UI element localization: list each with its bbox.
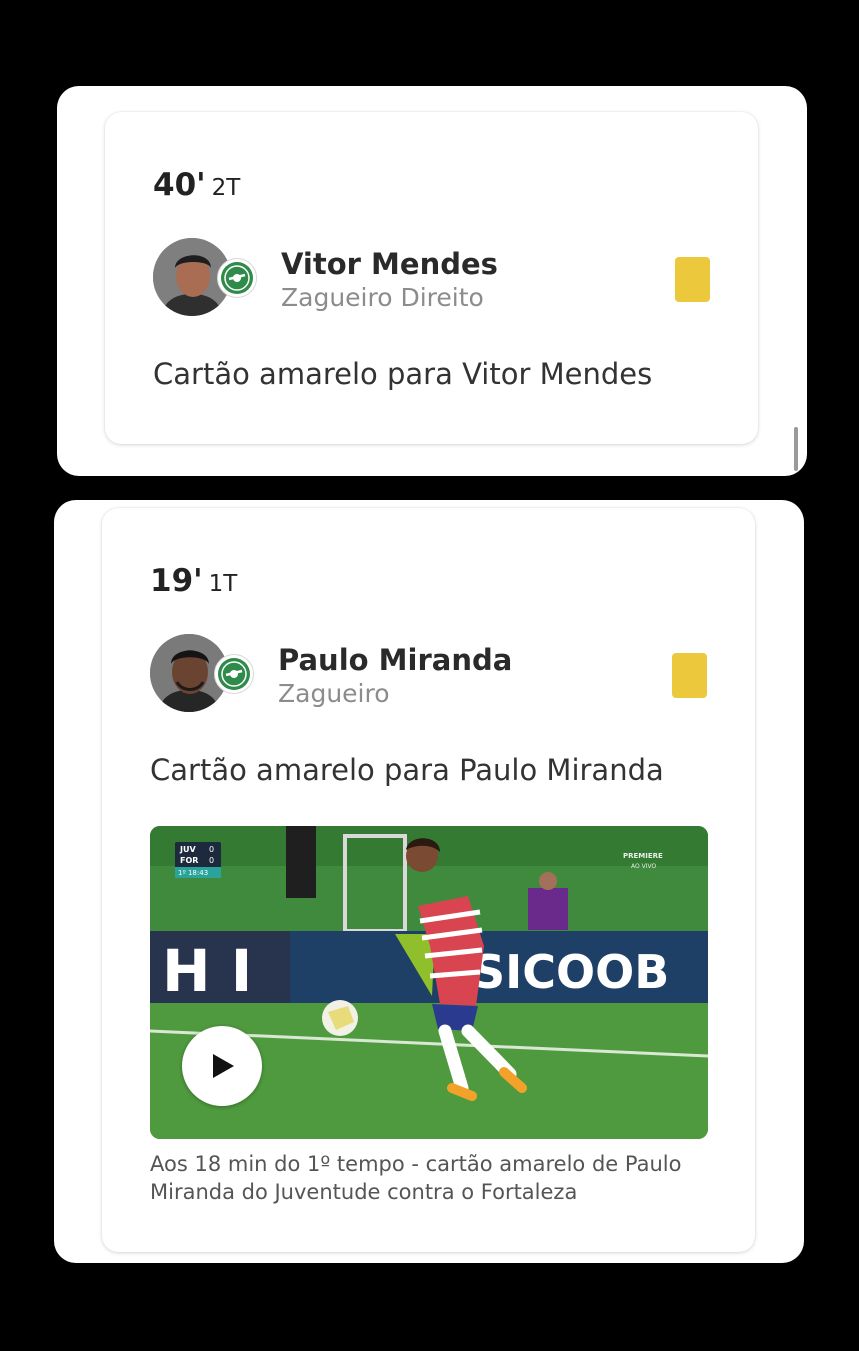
yellow-card-icon [675,257,710,302]
scrollbar[interactable] [794,427,798,471]
event-half: 2T [211,175,241,201]
broadcaster-logo: PREMIERE [623,852,663,860]
event-half: 1T [208,571,238,597]
event-description: Cartão amarelo para Vitor Mendes [153,357,653,391]
video-player[interactable]: H I SICOOB JUV 0 FOR 0 1º 18:43 PREMIERE [150,826,708,1139]
event-description: Cartão amarelo para Paulo Miranda [150,753,664,787]
event-card-paulo-miranda[interactable]: 19' 1T Paulo Miranda Zagueiro Cartão amar… [102,508,755,1252]
ad-board-text: SICOOB [472,945,669,999]
event-minute: 19' [150,563,203,599]
scoreboard-away: FOR [180,856,198,865]
event-card-vitor-mendes[interactable]: 40' 2T Vitor Mendes Zagueiro Direito Cart… [105,112,758,444]
player-name[interactable]: Vitor Mendes [281,247,498,281]
play-icon [213,1054,234,1078]
event-time: 19' 1T [150,563,237,599]
scoreboard-home: JUV [179,845,196,854]
scoreboard-home-score: 0 [209,845,214,854]
juventude-badge-icon [217,258,257,298]
yellow-card-icon [672,653,707,698]
broadcast-status: AO VIVO [631,863,657,870]
event-time: 40' 2T [153,167,240,203]
juventude-badge-icon [214,654,254,694]
player-position: Zagueiro Direito [281,283,484,312]
scoreboard-away-score: 0 [209,856,214,865]
ad-board-left-text: H I [162,937,252,1005]
video-caption: Aos 18 min do 1º tempo - cartão amarelo … [150,1152,682,1204]
player-position: Zagueiro [278,679,390,708]
event-minute: 40' [153,167,206,203]
scoreboard-clock: 1º 18:43 [178,869,208,877]
player-name[interactable]: Paulo Miranda [278,643,512,677]
play-button[interactable] [182,1026,262,1106]
